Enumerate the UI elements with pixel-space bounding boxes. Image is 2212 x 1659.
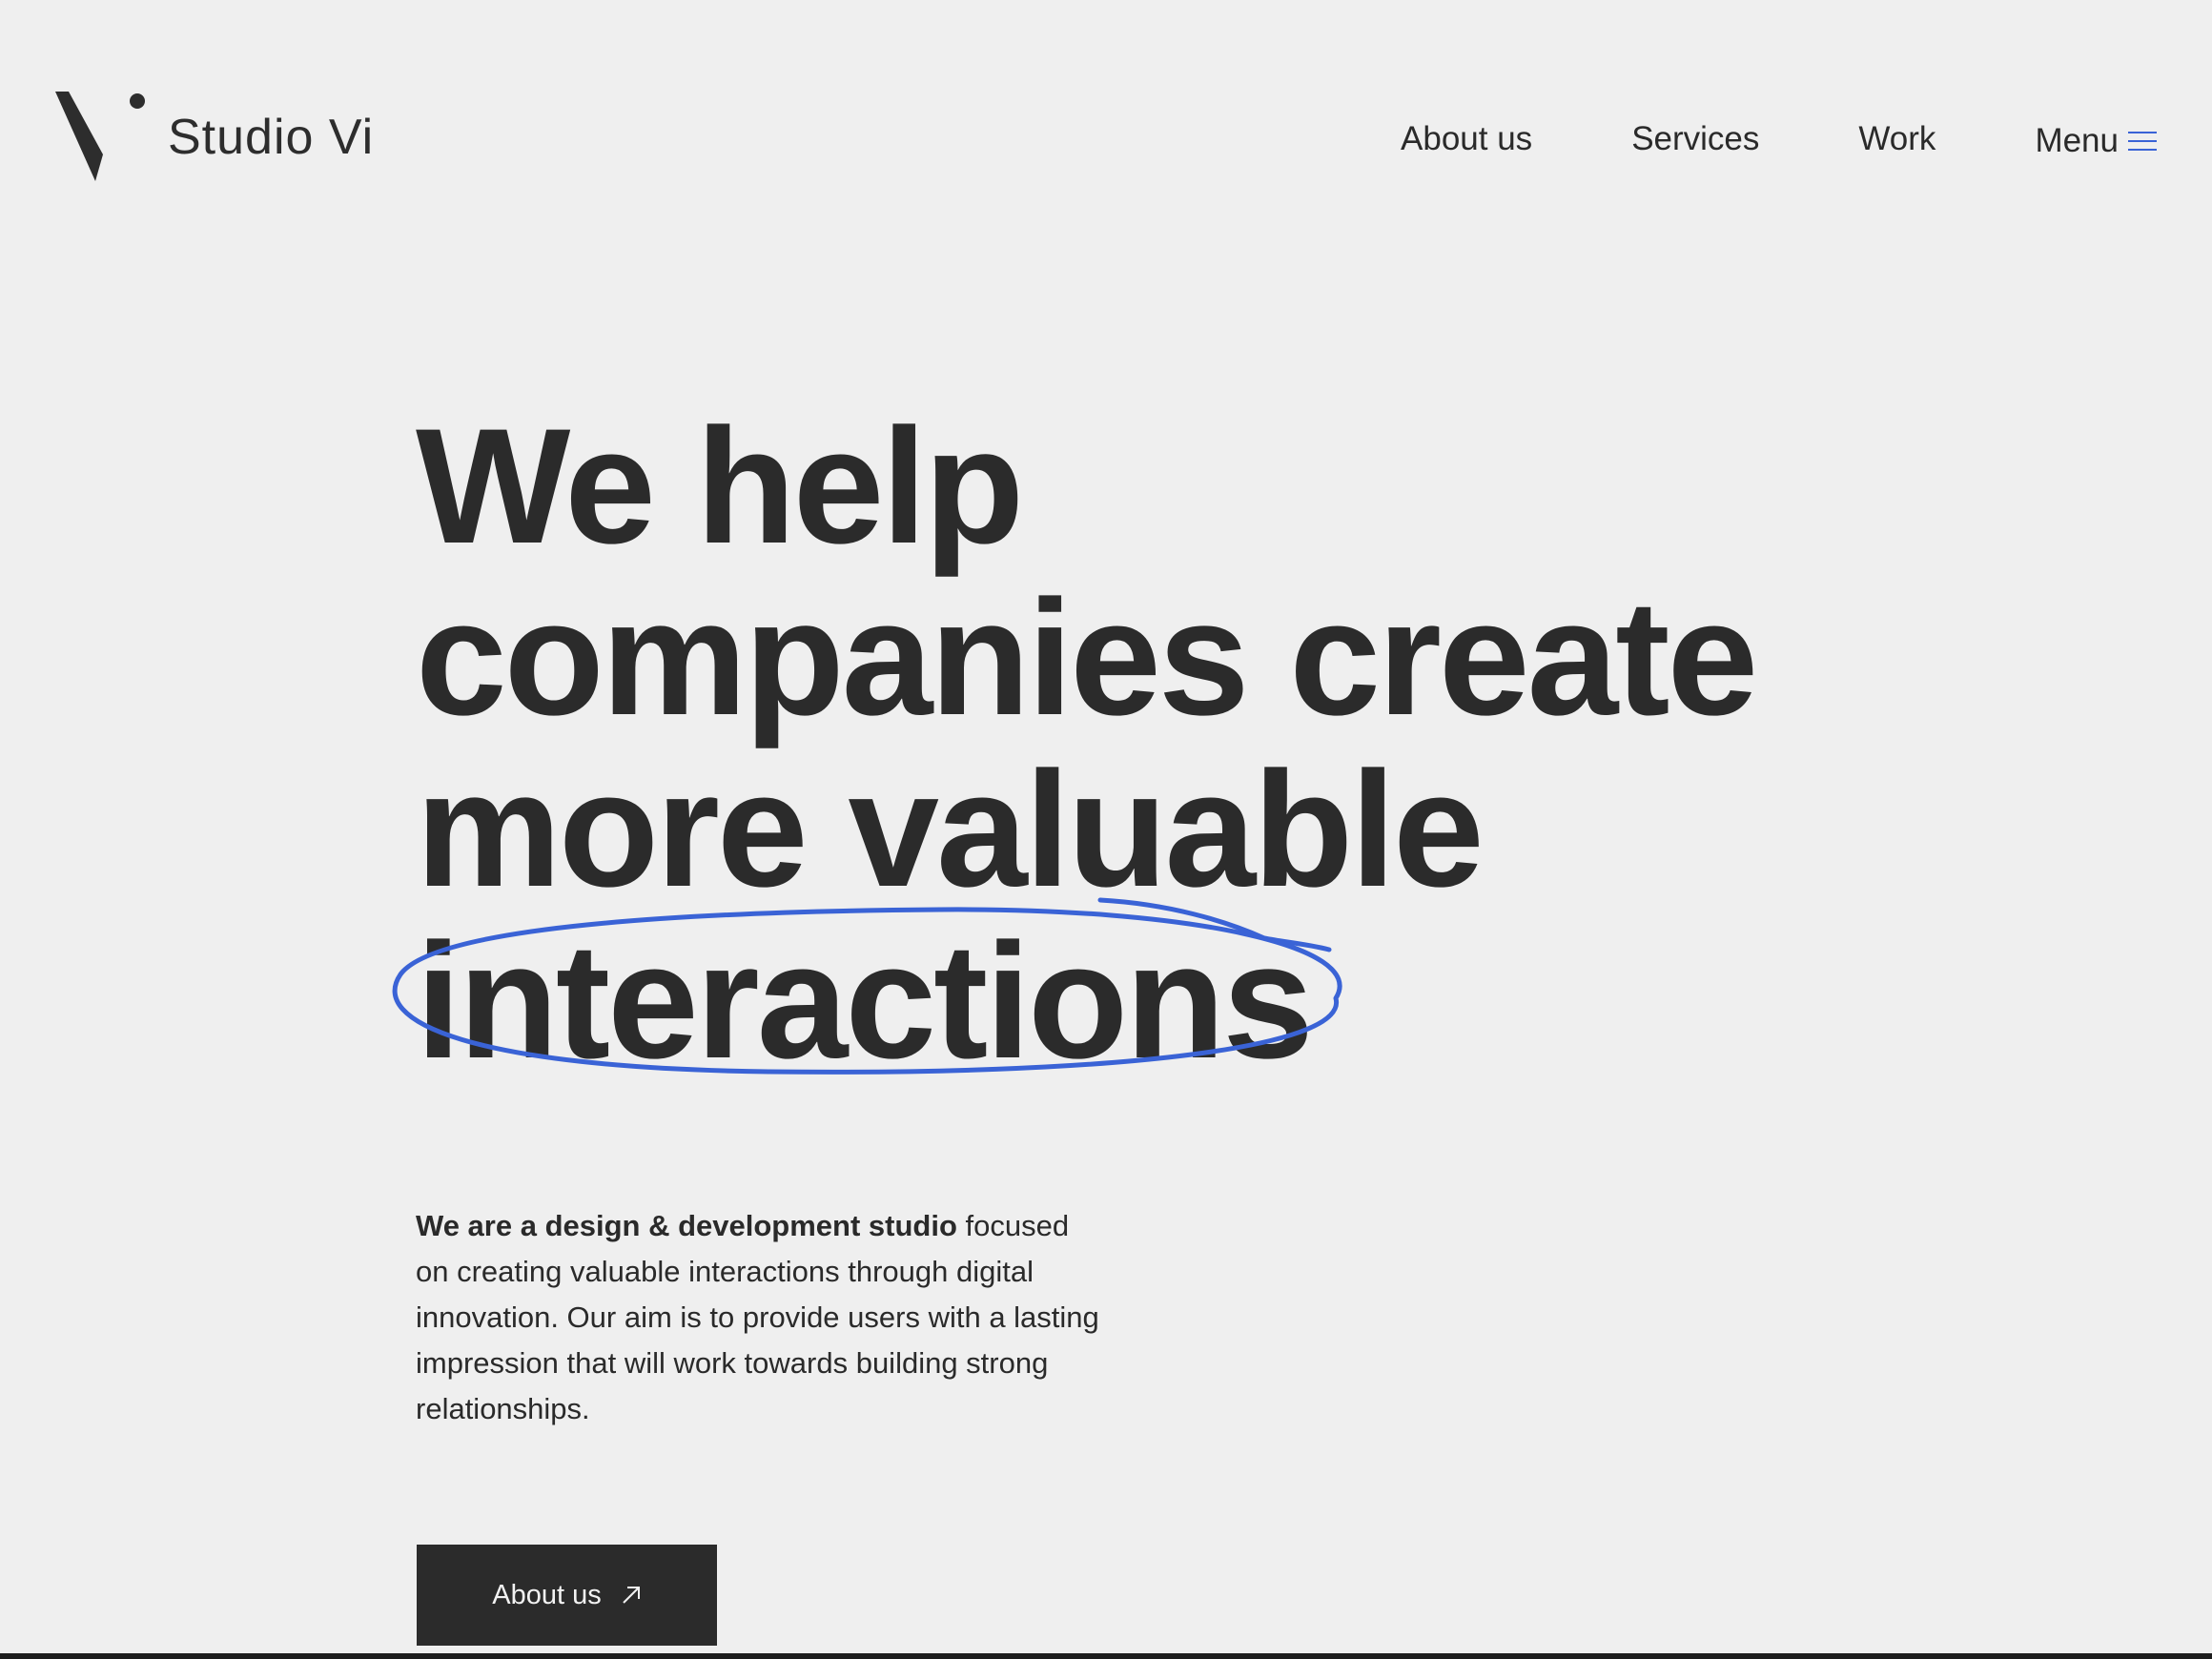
- logo[interactable]: Studio Vi: [55, 92, 374, 191]
- brand-name: Studio Vi: [168, 110, 375, 165]
- hamburger-icon: [2128, 132, 2157, 151]
- intro-bold-text: We are a design & development studio: [416, 1209, 957, 1242]
- menu-label: Menu: [2035, 122, 2119, 159]
- hero-section: We help companies create more valuable i…: [392, 395, 1941, 1087]
- site-header: Studio Vi About us Services Work Menu: [0, 0, 2212, 210]
- arrow-up-right-icon: [623, 1587, 640, 1604]
- about-us-button[interactable]: About us: [417, 1545, 717, 1646]
- headline-line: We help: [416, 395, 1024, 578]
- main-nav: About us Services Work Menu: [1401, 118, 2157, 160]
- intro-paragraph: We are a design & development studio foc…: [416, 1203, 1102, 1432]
- nav-link-services[interactable]: Services: [1631, 120, 1759, 158]
- headline-line-highlighted: interactions: [392, 897, 1941, 1087]
- window-bottom-edge: [0, 1653, 2212, 1659]
- nav-link-work[interactable]: Work: [1858, 120, 1936, 158]
- logo-mark-icon: [55, 92, 145, 181]
- hero-headline: We help companies create more valuable i…: [392, 395, 1941, 1087]
- highlighted-word-text: interactions: [416, 910, 1314, 1093]
- nav-link-about-us[interactable]: About us: [1401, 120, 1532, 158]
- headline-line: more valuable: [416, 738, 1485, 921]
- highlighted-word: interactions: [392, 897, 1342, 1087]
- cta-label: About us: [492, 1579, 602, 1610]
- menu-button[interactable]: Menu: [2035, 122, 2157, 160]
- headline-line: companies create: [416, 566, 1758, 749]
